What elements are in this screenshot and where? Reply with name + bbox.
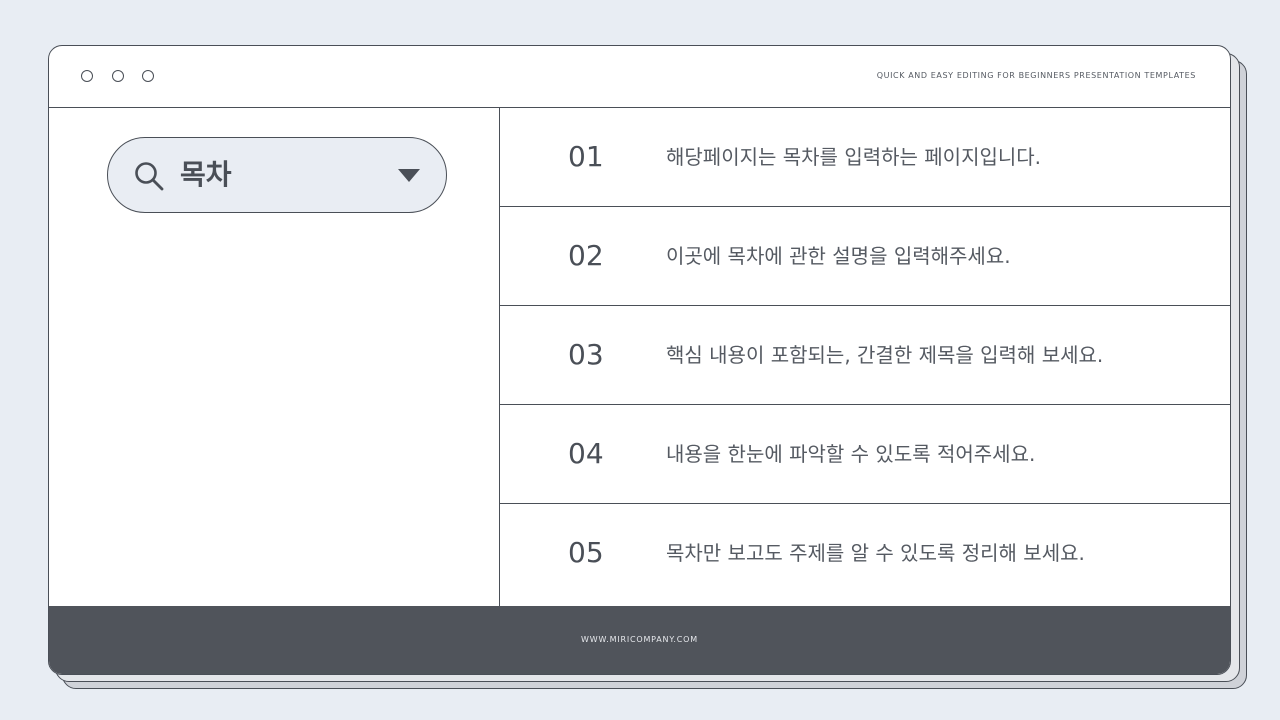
window-control-dot-1[interactable] bbox=[81, 70, 93, 82]
toc-item-number: 03 bbox=[568, 338, 604, 371]
window-control-dot-2[interactable] bbox=[112, 70, 124, 82]
toc-item-text: 내용을 한눈에 파악할 수 있도록 적어주세요. bbox=[666, 442, 1036, 466]
toc-search-dropdown[interactable]: 목차 bbox=[107, 137, 447, 213]
toc-item-3[interactable]: 03 핵심 내용이 포함되는, 간결한 제목을 입력해 보세요. bbox=[500, 306, 1230, 405]
toc-item-number: 04 bbox=[568, 437, 604, 470]
toc-item-text: 해당페이지는 목차를 입력하는 페이지입니다. bbox=[666, 145, 1042, 169]
toc-item-5[interactable]: 05 목차만 보고도 주제를 알 수 있도록 정리해 보세요. bbox=[500, 504, 1230, 606]
window-tagline: QUICK AND EASY EDITING FOR BEGINNERS PRE… bbox=[876, 71, 1196, 80]
toc-item-text: 핵심 내용이 포함되는, 간결한 제목을 입력해 보세요. bbox=[666, 343, 1104, 367]
footer-bar: WWW.MIRICOMPANY.COM bbox=[49, 606, 1230, 674]
window-control-dot-3[interactable] bbox=[142, 70, 154, 82]
toc-item-4[interactable]: 04 내용을 한눈에 파악할 수 있도록 적어주세요. bbox=[500, 405, 1230, 504]
left-panel: 목차 bbox=[49, 108, 500, 606]
toc-item-1[interactable]: 01 해당페이지는 목차를 입력하는 페이지입니다. bbox=[500, 108, 1230, 207]
toc-list: 01 해당페이지는 목차를 입력하는 페이지입니다. 02 이곳에 목차에 관한… bbox=[500, 108, 1230, 606]
toc-item-text: 목차만 보고도 주제를 알 수 있도록 정리해 보세요. bbox=[666, 541, 1085, 565]
toc-item-number: 02 bbox=[568, 239, 604, 272]
toc-item-number: 05 bbox=[568, 536, 604, 569]
toc-item-2[interactable]: 02 이곳에 목차에 관한 설명을 입력해주세요. bbox=[500, 207, 1230, 306]
caret-down-icon[interactable] bbox=[398, 169, 420, 182]
footer-url[interactable]: WWW.MIRICOMPANY.COM bbox=[49, 635, 1230, 644]
browser-window: QUICK AND EASY EDITING FOR BEGINNERS PRE… bbox=[48, 45, 1231, 675]
search-label: 목차 bbox=[180, 158, 232, 191]
toc-item-text: 이곳에 목차에 관한 설명을 입력해주세요. bbox=[666, 244, 1011, 268]
toc-item-number: 01 bbox=[568, 140, 604, 173]
search-icon bbox=[135, 162, 164, 191]
window-titlebar: QUICK AND EASY EDITING FOR BEGINNERS PRE… bbox=[49, 46, 1230, 108]
